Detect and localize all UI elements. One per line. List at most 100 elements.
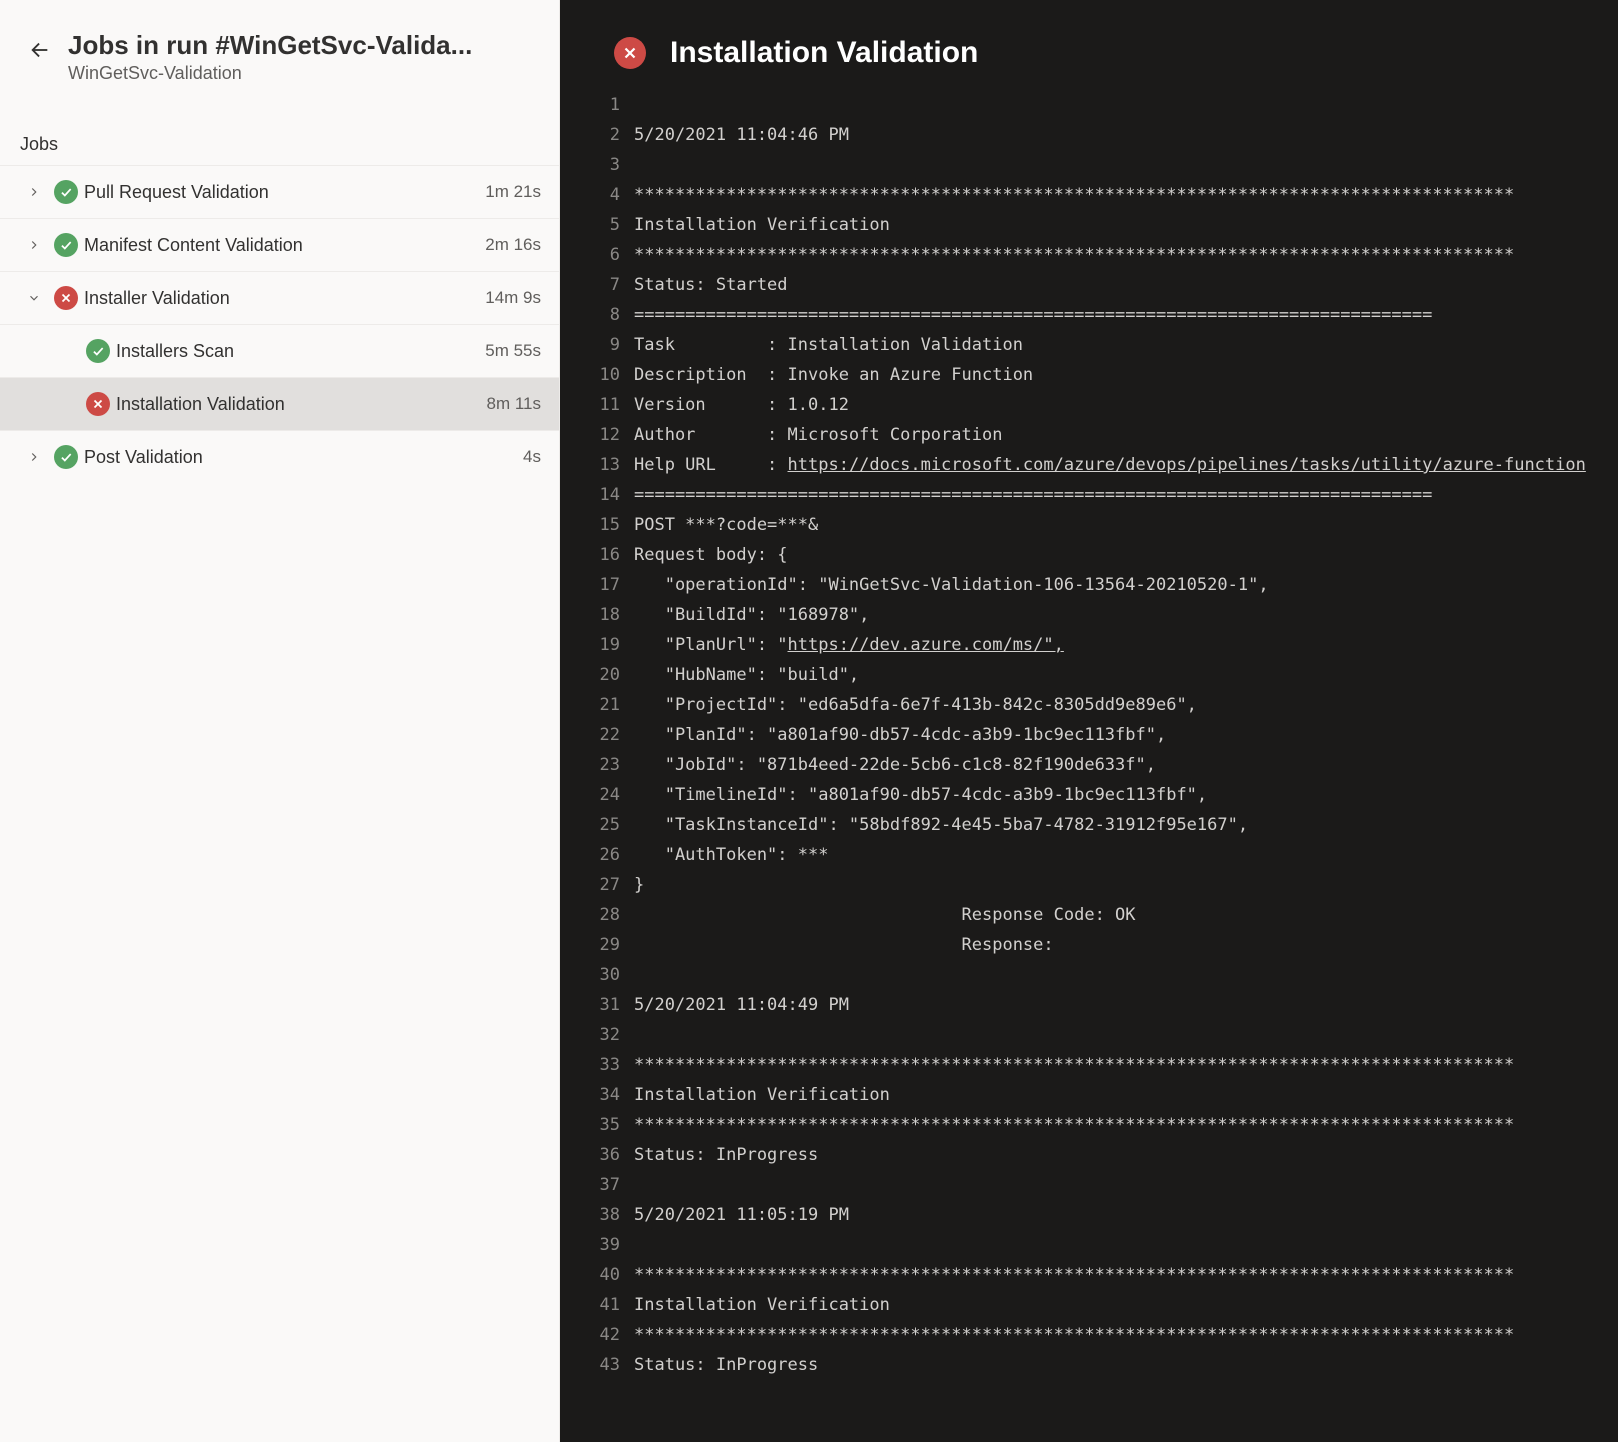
job-duration: 14m 9s <box>485 288 541 308</box>
log-line-text: "AuthToken": *** <box>634 840 1618 870</box>
log-body[interactable]: 125/20/2021 11:04:46 PM34***************… <box>560 90 1618 1442</box>
job-duration: 4s <box>523 447 541 467</box>
jobs-list: Pull Request Validation1m 21sManifest Co… <box>0 165 559 483</box>
log-line: 5Installation Verification <box>560 210 1618 240</box>
log-line-number: 19 <box>560 630 634 660</box>
log-line-text: ****************************************… <box>634 1260 1618 1290</box>
log-line: 42**************************************… <box>560 1320 1618 1350</box>
fail-icon <box>54 286 78 310</box>
job-row-post-validation[interactable]: Post Validation4s <box>0 430 559 483</box>
success-icon <box>54 180 78 204</box>
success-icon <box>86 339 110 363</box>
log-line-text: Status: InProgress <box>634 1350 1618 1380</box>
log-line: 19 "PlanUrl": "https://dev.azure.com/ms/… <box>560 630 1618 660</box>
log-line: 26 "AuthToken": *** <box>560 840 1618 870</box>
log-line-number: 29 <box>560 930 634 960</box>
log-line-text: "BuildId": "168978", <box>634 600 1618 630</box>
log-line-number: 27 <box>560 870 634 900</box>
chevron-right-icon[interactable] <box>20 185 48 199</box>
log-line: 6***************************************… <box>560 240 1618 270</box>
log-line-text: "TaskInstanceId": "58bdf892-4e45-5ba7-47… <box>634 810 1618 840</box>
log-line: 28 Response Code: OK <box>560 900 1618 930</box>
log-line-number: 39 <box>560 1230 634 1260</box>
log-line-number: 34 <box>560 1080 634 1110</box>
log-line-text <box>634 1170 1618 1200</box>
chevron-right-icon[interactable] <box>20 450 48 464</box>
log-line-text: ****************************************… <box>634 240 1618 270</box>
log-line-text: Installation Verification <box>634 1290 1618 1320</box>
log-link[interactable]: https://dev.azure.com/ms/", <box>788 635 1064 655</box>
log-line-text: "PlanId": "a801af90-db57-4cdc-a3b9-1bc9e… <box>634 720 1618 750</box>
log-line-text: ****************************************… <box>634 1110 1618 1140</box>
log-line-number: 32 <box>560 1020 634 1050</box>
log-line: 14======================================… <box>560 480 1618 510</box>
log-line-number: 35 <box>560 1110 634 1140</box>
log-line-text: Installation Verification <box>634 1080 1618 1110</box>
log-line: 3 <box>560 150 1618 180</box>
log-line-number: 43 <box>560 1350 634 1380</box>
log-line: 27} <box>560 870 1618 900</box>
success-icon <box>54 233 78 257</box>
back-button[interactable] <box>24 34 56 66</box>
log-line-text: ========================================… <box>634 480 1618 510</box>
log-line-text: POST ***?code=***& <box>634 510 1618 540</box>
log-line-number: 10 <box>560 360 634 390</box>
log-line-number: 8 <box>560 300 634 330</box>
check-icon <box>59 450 73 464</box>
job-label: Installation Validation <box>116 394 487 415</box>
log-line: 11Version : 1.0.12 <box>560 390 1618 420</box>
log-line: 13Help URL : https://docs.microsoft.com/… <box>560 450 1618 480</box>
job-row-manifest-validation[interactable]: Manifest Content Validation2m 16s <box>0 218 559 271</box>
log-link[interactable]: https://docs.microsoft.com/azure/devops/… <box>788 455 1586 475</box>
log-line-text: 5/20/2021 11:04:49 PM <box>634 990 1618 1020</box>
status-cell <box>80 339 116 363</box>
job-label: Pull Request Validation <box>84 182 485 203</box>
status-cell <box>48 445 84 469</box>
log-line-text: Response: <box>634 930 1618 960</box>
log-line-text: Description : Invoke an Azure Function <box>634 360 1618 390</box>
log-line: 1 <box>560 90 1618 120</box>
log-line: 10Description : Invoke an Azure Function <box>560 360 1618 390</box>
log-line-number: 15 <box>560 510 634 540</box>
log-line: 7Status: Started <box>560 270 1618 300</box>
log-line-text <box>634 960 1618 990</box>
log-line: 36Status: InProgress <box>560 1140 1618 1170</box>
log-line-number: 5 <box>560 210 634 240</box>
log-line: 23 "JobId": "871b4eed-22de-5cb6-c1c8-82f… <box>560 750 1618 780</box>
log-line: 4***************************************… <box>560 180 1618 210</box>
log-line-text: Status: Started <box>634 270 1618 300</box>
job-row-pr-validation[interactable]: Pull Request Validation1m 21s <box>0 165 559 218</box>
chevron-down-icon[interactable] <box>20 291 48 305</box>
job-duration: 1m 21s <box>485 182 541 202</box>
log-line: 12Author : Microsoft Corporation <box>560 420 1618 450</box>
log-line: 41Installation Verification <box>560 1290 1618 1320</box>
job-row-installation-validation[interactable]: Installation Validation8m 11s <box>0 377 559 430</box>
log-line-number: 20 <box>560 660 634 690</box>
chevron-right-icon[interactable] <box>20 238 48 252</box>
log-line-text: } <box>634 870 1618 900</box>
log-line: 8=======================================… <box>560 300 1618 330</box>
log-line-text <box>634 1020 1618 1050</box>
log-line-number: 25 <box>560 810 634 840</box>
log-line-text: Installation Verification <box>634 210 1618 240</box>
log-line: 40**************************************… <box>560 1260 1618 1290</box>
log-line-text: "HubName": "build", <box>634 660 1618 690</box>
log-line-text: "PlanUrl": "https://dev.azure.com/ms/", <box>634 630 1618 660</box>
log-line-number: 6 <box>560 240 634 270</box>
job-row-installers-scan[interactable]: Installers Scan5m 55s <box>0 324 559 377</box>
log-line: 18 "BuildId": "168978", <box>560 600 1618 630</box>
log-line: 37 <box>560 1170 1618 1200</box>
log-line-number: 40 <box>560 1260 634 1290</box>
log-line-number: 28 <box>560 900 634 930</box>
log-line-number: 30 <box>560 960 634 990</box>
log-line-number: 11 <box>560 390 634 420</box>
log-line-number: 2 <box>560 120 634 150</box>
log-line-number: 17 <box>560 570 634 600</box>
log-line-number: 7 <box>560 270 634 300</box>
log-line: 25/20/2021 11:04:46 PM <box>560 120 1618 150</box>
success-icon <box>54 445 78 469</box>
log-line-text: ****************************************… <box>634 1050 1618 1080</box>
log-line-text: ****************************************… <box>634 1320 1618 1350</box>
job-row-installer-validation[interactable]: Installer Validation14m 9s <box>0 271 559 324</box>
log-line: 34Installation Verification <box>560 1080 1618 1110</box>
